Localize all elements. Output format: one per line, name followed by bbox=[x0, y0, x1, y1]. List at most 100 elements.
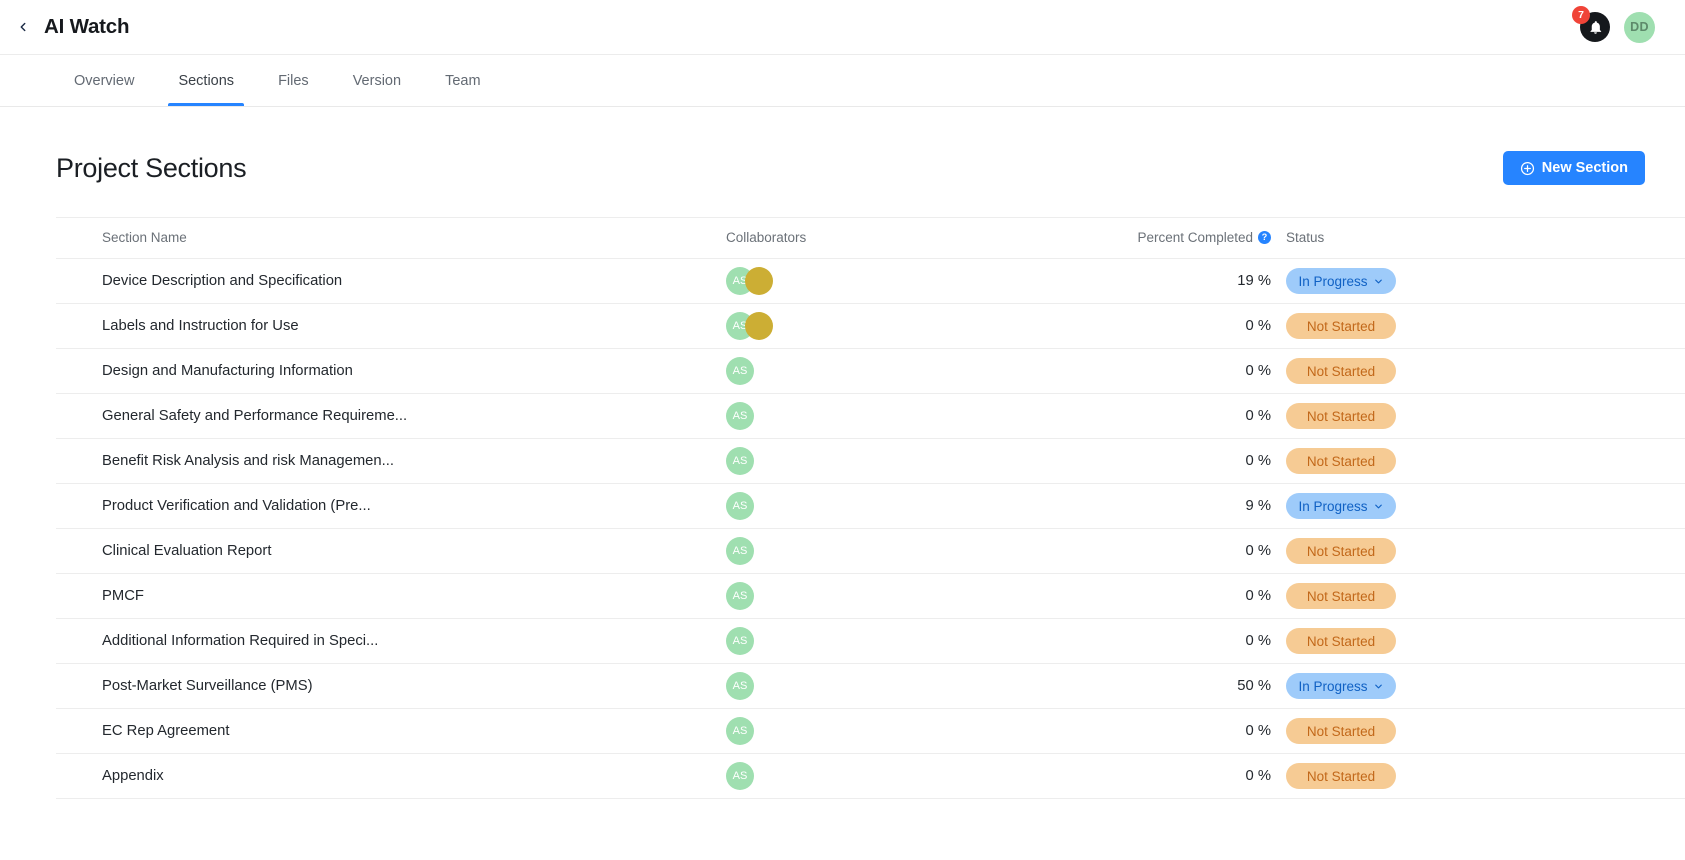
table-row[interactable]: Product Verification and Validation (Pre… bbox=[56, 483, 1685, 529]
percent-completed-cell: 19 % bbox=[1071, 258, 1271, 304]
top-bar: AI Watch 7 DD bbox=[0, 0, 1685, 55]
status-dropdown[interactable]: In Progress bbox=[1286, 493, 1396, 519]
new-section-button[interactable]: New Section bbox=[1502, 151, 1645, 185]
section-name-cell[interactable]: Additional Information Required in Speci… bbox=[56, 618, 726, 664]
section-name-cell[interactable]: Labels and Instruction for Use bbox=[56, 303, 726, 349]
collaborator-avatar[interactable]: AS bbox=[726, 537, 754, 565]
table-row[interactable]: Labels and Instruction for Use AS 0 % Not S… bbox=[56, 303, 1685, 349]
collaborator-avatar[interactable]: AS bbox=[726, 717, 754, 745]
collaborator-avatar[interactable]: AS bbox=[726, 402, 754, 430]
percent-completed-cell: 0 % bbox=[1071, 573, 1271, 619]
section-name-cell[interactable]: Design and Manufacturing Information bbox=[56, 348, 726, 394]
notifications-button[interactable]: 7 bbox=[1572, 6, 1610, 42]
plus-circle-icon bbox=[1520, 161, 1535, 176]
section-name-cell[interactable]: Appendix bbox=[56, 753, 726, 799]
avatar-group: AS bbox=[726, 762, 1071, 790]
collaborator-avatar[interactable] bbox=[745, 312, 773, 340]
avatar-group: AS bbox=[726, 357, 1071, 385]
column-header-section-name[interactable]: Section Name bbox=[56, 217, 726, 259]
table-row[interactable]: Appendix AS 0 % Not Started bbox=[56, 753, 1685, 799]
percent-completed-cell: 0 % bbox=[1071, 393, 1271, 439]
tab-version[interactable]: Version bbox=[331, 55, 423, 106]
collaborator-avatar[interactable]: AS bbox=[726, 447, 754, 475]
avatar-group: AS bbox=[726, 672, 1071, 700]
status-cell: Not Started bbox=[1271, 348, 1471, 394]
help-icon[interactable]: ? bbox=[1258, 231, 1271, 244]
table-row[interactable]: General Safety and Performance Requireme… bbox=[56, 393, 1685, 439]
collaborator-avatar[interactable]: AS bbox=[726, 762, 754, 790]
status-cell: Not Started bbox=[1271, 573, 1471, 619]
section-name-cell[interactable]: General Safety and Performance Requireme… bbox=[56, 393, 726, 439]
status-badge: Not Started bbox=[1286, 358, 1396, 384]
table-row[interactable]: Benefit Risk Analysis and risk Managemen… bbox=[56, 438, 1685, 484]
section-name-cell[interactable]: Post-Market Surveillance (PMS) bbox=[56, 663, 726, 709]
status-label: In Progress bbox=[1298, 678, 1368, 694]
tab-files[interactable]: Files bbox=[256, 55, 331, 106]
tab-label: Files bbox=[278, 72, 309, 89]
collaborator-avatar[interactable]: AS bbox=[726, 582, 754, 610]
status-label: In Progress bbox=[1298, 498, 1368, 514]
status-label: Not Started bbox=[1306, 543, 1376, 559]
collaborators-cell: AS bbox=[726, 438, 1071, 484]
section-name-cell[interactable]: EC Rep Agreement bbox=[56, 708, 726, 754]
tab-label: Team bbox=[445, 72, 481, 89]
status-label: Not Started bbox=[1306, 633, 1376, 649]
collaborator-avatar[interactable]: AS bbox=[726, 492, 754, 520]
status-dropdown[interactable]: In Progress bbox=[1286, 268, 1396, 294]
row-spacer-cell bbox=[1471, 258, 1685, 304]
chevron-down-icon bbox=[1373, 681, 1384, 692]
collaborators-cell: AS bbox=[726, 528, 1071, 574]
percent-completed-cell: 0 % bbox=[1071, 303, 1271, 349]
collaborators-cell: AS bbox=[726, 708, 1071, 754]
section-name-cell[interactable]: PMCF bbox=[56, 573, 726, 619]
status-label: Not Started bbox=[1306, 408, 1376, 424]
row-spacer-cell bbox=[1471, 573, 1685, 619]
chevron-left-icon bbox=[16, 20, 30, 34]
tab-sections[interactable]: Sections bbox=[156, 55, 256, 106]
avatar-group: AS bbox=[726, 582, 1071, 610]
status-cell: Not Started bbox=[1271, 438, 1471, 484]
status-label: Not Started bbox=[1306, 318, 1376, 334]
table-row[interactable]: PMCF AS 0 % Not Started bbox=[56, 573, 1685, 619]
row-spacer-cell bbox=[1471, 303, 1685, 349]
tab-team[interactable]: Team bbox=[423, 55, 502, 106]
status-cell: Not Started bbox=[1271, 528, 1471, 574]
table-row[interactable]: EC Rep Agreement AS 0 % Not Started bbox=[56, 708, 1685, 754]
row-spacer-cell bbox=[1471, 708, 1685, 754]
avatar[interactable]: DD bbox=[1624, 11, 1655, 43]
collaborators-cell: AS bbox=[726, 663, 1071, 709]
new-section-label: New Section bbox=[1541, 160, 1628, 176]
collaborator-avatar[interactable] bbox=[745, 267, 773, 295]
collaborator-avatar[interactable]: AS bbox=[726, 672, 754, 700]
table-row[interactable]: Additional Information Required in Speci… bbox=[56, 618, 1685, 664]
status-badge: Not Started bbox=[1286, 763, 1396, 789]
page-header: Project Sections New Section bbox=[0, 107, 1685, 185]
collaborator-avatar[interactable]: AS bbox=[726, 627, 754, 655]
column-header-status[interactable]: Status bbox=[1271, 217, 1471, 259]
avatar-group: AS bbox=[726, 717, 1071, 745]
table-row[interactable]: Design and Manufacturing Information AS 0 … bbox=[56, 348, 1685, 394]
status-label: Not Started bbox=[1306, 723, 1376, 739]
table-header-row: Section Name Collaborators Percent Compl… bbox=[56, 217, 1685, 259]
table-row[interactable]: Device Description and Specification AS 19… bbox=[56, 258, 1685, 304]
table-row[interactable]: Post-Market Surveillance (PMS) AS 50 % In P… bbox=[56, 663, 1685, 709]
section-name-cell[interactable]: Benefit Risk Analysis and risk Managemen… bbox=[56, 438, 726, 484]
status-dropdown[interactable]: In Progress bbox=[1286, 673, 1396, 699]
sections-table: Section Name Collaborators Percent Compl… bbox=[56, 217, 1685, 799]
status-badge: Not Started bbox=[1286, 628, 1396, 654]
back-button[interactable] bbox=[10, 14, 36, 40]
tab-overview[interactable]: Overview bbox=[52, 55, 156, 106]
section-name-cell[interactable]: Clinical Evaluation Report bbox=[56, 528, 726, 574]
collaborators-cell: AS bbox=[726, 573, 1071, 619]
table-row[interactable]: Clinical Evaluation Report AS 0 % Not Start… bbox=[56, 528, 1685, 574]
percent-completed-cell: 0 % bbox=[1071, 708, 1271, 754]
avatar-group: AS bbox=[726, 312, 1071, 340]
section-name-cell[interactable]: Product Verification and Validation (Pre… bbox=[56, 483, 726, 529]
status-label: In Progress bbox=[1298, 273, 1368, 289]
column-header-collaborators[interactable]: Collaborators bbox=[726, 217, 1071, 259]
status-cell: In Progress bbox=[1271, 663, 1471, 709]
tab-label: Sections bbox=[178, 72, 235, 89]
column-header-percent-completed[interactable]: Percent Completed ? bbox=[1071, 217, 1271, 259]
collaborator-avatar[interactable]: AS bbox=[726, 357, 754, 385]
section-name-cell[interactable]: Device Description and Specification bbox=[56, 258, 726, 304]
